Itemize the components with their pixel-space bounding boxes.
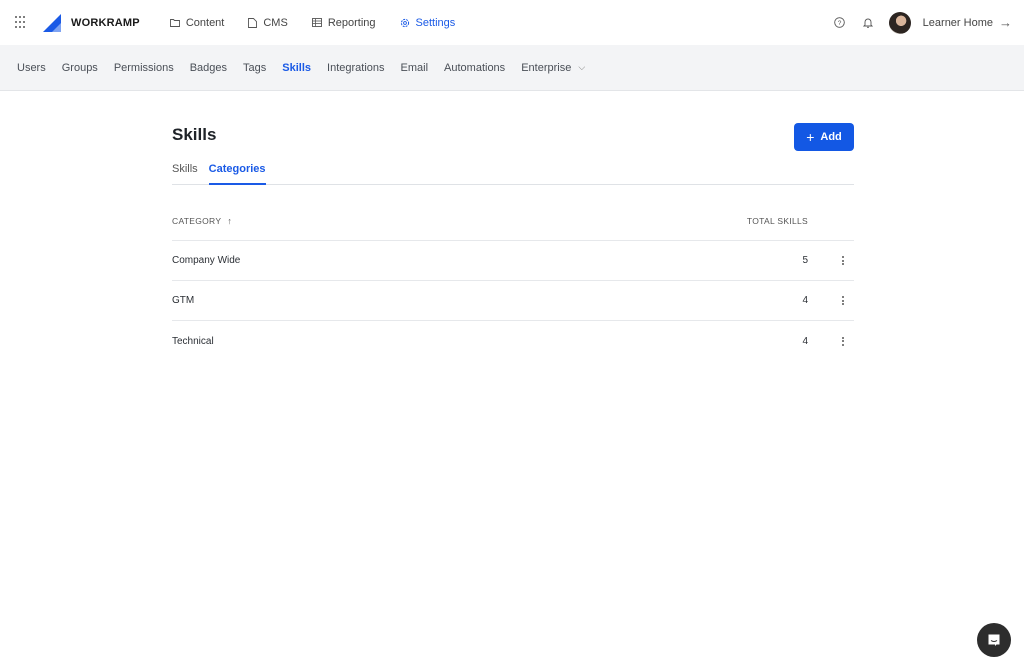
top-nav: Content CMS Reporting Settings bbox=[169, 16, 479, 29]
topnav-label: CMS bbox=[263, 16, 288, 29]
topnav-label: Settings bbox=[415, 16, 456, 29]
plus-icon: + bbox=[806, 129, 815, 145]
table-row[interactable]: Technical 4 bbox=[172, 321, 854, 361]
row-menu-button[interactable] bbox=[808, 296, 854, 305]
app-grid-icon[interactable] bbox=[15, 15, 29, 30]
categories-table: CATEGORY ↑ TOTAL SKILLS Company Wide 5 G… bbox=[172, 201, 854, 361]
category-name: Technical bbox=[172, 335, 214, 347]
subnav-enterprise-label: Enterprise bbox=[521, 61, 572, 74]
category-column-header[interactable]: CATEGORY ↑ bbox=[172, 216, 734, 226]
topnav-content[interactable]: Content bbox=[169, 16, 225, 29]
topnav-reporting[interactable]: Reporting bbox=[311, 16, 376, 29]
subnav-users[interactable]: Users bbox=[17, 62, 46, 74]
table-row[interactable]: Company Wide 5 bbox=[172, 241, 854, 281]
category-name: Company Wide bbox=[172, 255, 241, 266]
user-avatar[interactable] bbox=[888, 11, 911, 34]
svg-text:?: ? bbox=[838, 20, 842, 27]
kebab-icon bbox=[842, 256, 844, 265]
brand-name: WORKRAMP bbox=[71, 16, 140, 29]
learner-home-link[interactable]: Learner Home → bbox=[923, 15, 1012, 30]
row-menu-button[interactable] bbox=[808, 336, 854, 346]
row-menu-button[interactable] bbox=[808, 256, 854, 265]
subnav-automations[interactable]: Automations bbox=[444, 62, 505, 74]
category-header-label: CATEGORY bbox=[172, 215, 222, 226]
learner-home-label: Learner Home bbox=[922, 16, 993, 29]
topnav-settings[interactable]: Settings bbox=[400, 16, 456, 29]
add-button-label: Add bbox=[820, 131, 842, 143]
kebab-icon bbox=[842, 296, 844, 305]
arrow-right-icon: → bbox=[999, 15, 1012, 30]
table-icon bbox=[311, 18, 322, 27]
chat-launcher-button[interactable] bbox=[977, 623, 1011, 657]
total-skills: 5 bbox=[802, 255, 808, 266]
bell-icon bbox=[862, 18, 873, 28]
topnav-label: Content bbox=[185, 16, 225, 29]
category-name: GTM bbox=[172, 295, 195, 306]
tab-categories[interactable]: Categories bbox=[208, 163, 266, 185]
table-row[interactable]: GTM 4 bbox=[172, 281, 854, 321]
help-icon: ? bbox=[834, 17, 845, 28]
topnav-cms[interactable]: CMS bbox=[248, 16, 288, 29]
settings-subnav: Users Groups Permissions Badges Tags Ski… bbox=[0, 45, 1024, 91]
add-button[interactable]: + Add bbox=[794, 123, 854, 151]
kebab-icon bbox=[842, 336, 844, 346]
subnav-tags[interactable]: Tags bbox=[243, 62, 266, 74]
top-navigation-bar: WORKRAMP Content CMS Reporting Settings … bbox=[0, 0, 1024, 45]
tab-skills[interactable]: Skills bbox=[172, 163, 198, 185]
gear-icon bbox=[400, 18, 409, 27]
subnav-badges[interactable]: Badges bbox=[190, 62, 227, 74]
help-button[interactable]: ? bbox=[833, 16, 847, 30]
total-skills: 4 bbox=[802, 335, 808, 347]
subnav-integrations[interactable]: Integrations bbox=[327, 62, 384, 74]
table-header: CATEGORY ↑ TOTAL SKILLS bbox=[172, 201, 854, 241]
subnav-groups[interactable]: Groups bbox=[62, 62, 98, 74]
notifications-button[interactable] bbox=[861, 16, 875, 30]
page-title: Skills bbox=[172, 125, 217, 144]
subnav-email[interactable]: Email bbox=[401, 62, 429, 74]
folder-icon bbox=[169, 19, 180, 27]
total-skills-column-header: TOTAL SKILLS bbox=[746, 215, 808, 226]
workramp-logo-icon bbox=[43, 13, 61, 32]
sort-ascending-icon: ↑ bbox=[227, 215, 233, 226]
subnav-skills[interactable]: Skills bbox=[282, 62, 311, 74]
document-icon bbox=[248, 17, 258, 28]
topnav-label: Reporting bbox=[327, 16, 376, 29]
chevron-down-icon: ⌵ bbox=[578, 62, 586, 72]
chat-icon bbox=[988, 634, 1000, 646]
subnav-enterprise[interactable]: Enterprise ⌵ bbox=[521, 62, 585, 74]
tabs: Skills Categories bbox=[172, 163, 854, 185]
total-skills: 4 bbox=[802, 295, 808, 306]
top-right-actions: ? Learner Home → bbox=[833, 11, 1012, 34]
subnav-permissions[interactable]: Permissions bbox=[114, 62, 174, 74]
